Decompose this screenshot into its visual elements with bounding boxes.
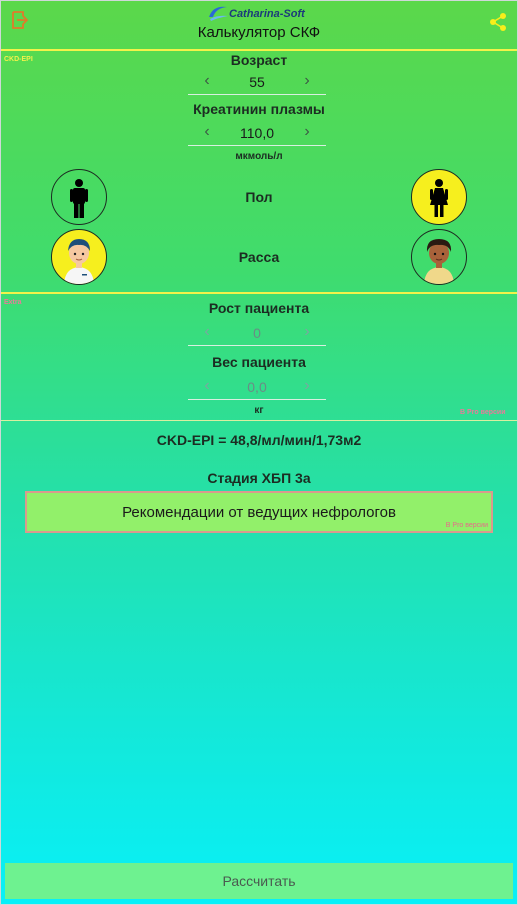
weight-stepper[interactable]: ‹ 0,0 › [188,377,326,400]
weight-label: Вес пациента [212,354,306,370]
chevron-right-icon[interactable]: › [298,123,316,141]
logo-text: Catharina-Soft [229,8,305,20]
creatinine-unit: мкмоль/л [235,151,283,162]
recommendations-pro-tag: В Pro версии [445,522,488,529]
share-icon[interactable] [489,12,507,32]
age-label: Возраст [230,52,288,68]
logo-swoosh-icon [209,6,228,21]
top-divider [0,49,518,51]
creatinine-stepper[interactable]: ‹ 110,0 › [188,123,326,146]
age-stepper[interactable]: ‹ 55 › [188,72,326,95]
female-button[interactable] [411,169,467,225]
female-icon [430,179,448,217]
extra-divider [0,292,518,294]
race-black-button[interactable] [411,229,467,285]
app-title: Калькулятор СКФ [197,24,321,41]
recommendations-button[interactable]: Рекомендации от ведущих нефрологов В Pro… [25,491,493,533]
creatinine-label: Креатинин плазмы [193,101,325,117]
top-bar: Catharina-Soft Калькулятор СКФ [0,0,518,48]
height-stepper[interactable]: ‹ 0 › [188,323,326,346]
gfr-result: CKD-EPI = 48,8/мл/мин/1,73м2 [156,432,362,448]
weight-unit: кг [254,405,264,416]
ckd-stage: Стадия ХБП 3а [207,470,311,486]
pro-version-tag: В Pro версии [460,409,506,416]
recommendations-label[interactable]: Рекомендации от ведущих нефрологов [27,504,491,521]
height-label: Рост пациента [208,300,310,316]
chevron-right-icon[interactable]: › [298,72,316,90]
chevron-right-icon[interactable]: › [298,377,316,395]
result-divider [0,420,518,421]
black-person-icon [424,239,454,284]
calculate-button[interactable]: Рассчитать [5,863,513,899]
logo: Catharina-Soft [207,3,317,23]
chevron-right-icon[interactable]: › [298,323,316,341]
calculate-label[interactable]: Рассчитать [5,873,513,889]
